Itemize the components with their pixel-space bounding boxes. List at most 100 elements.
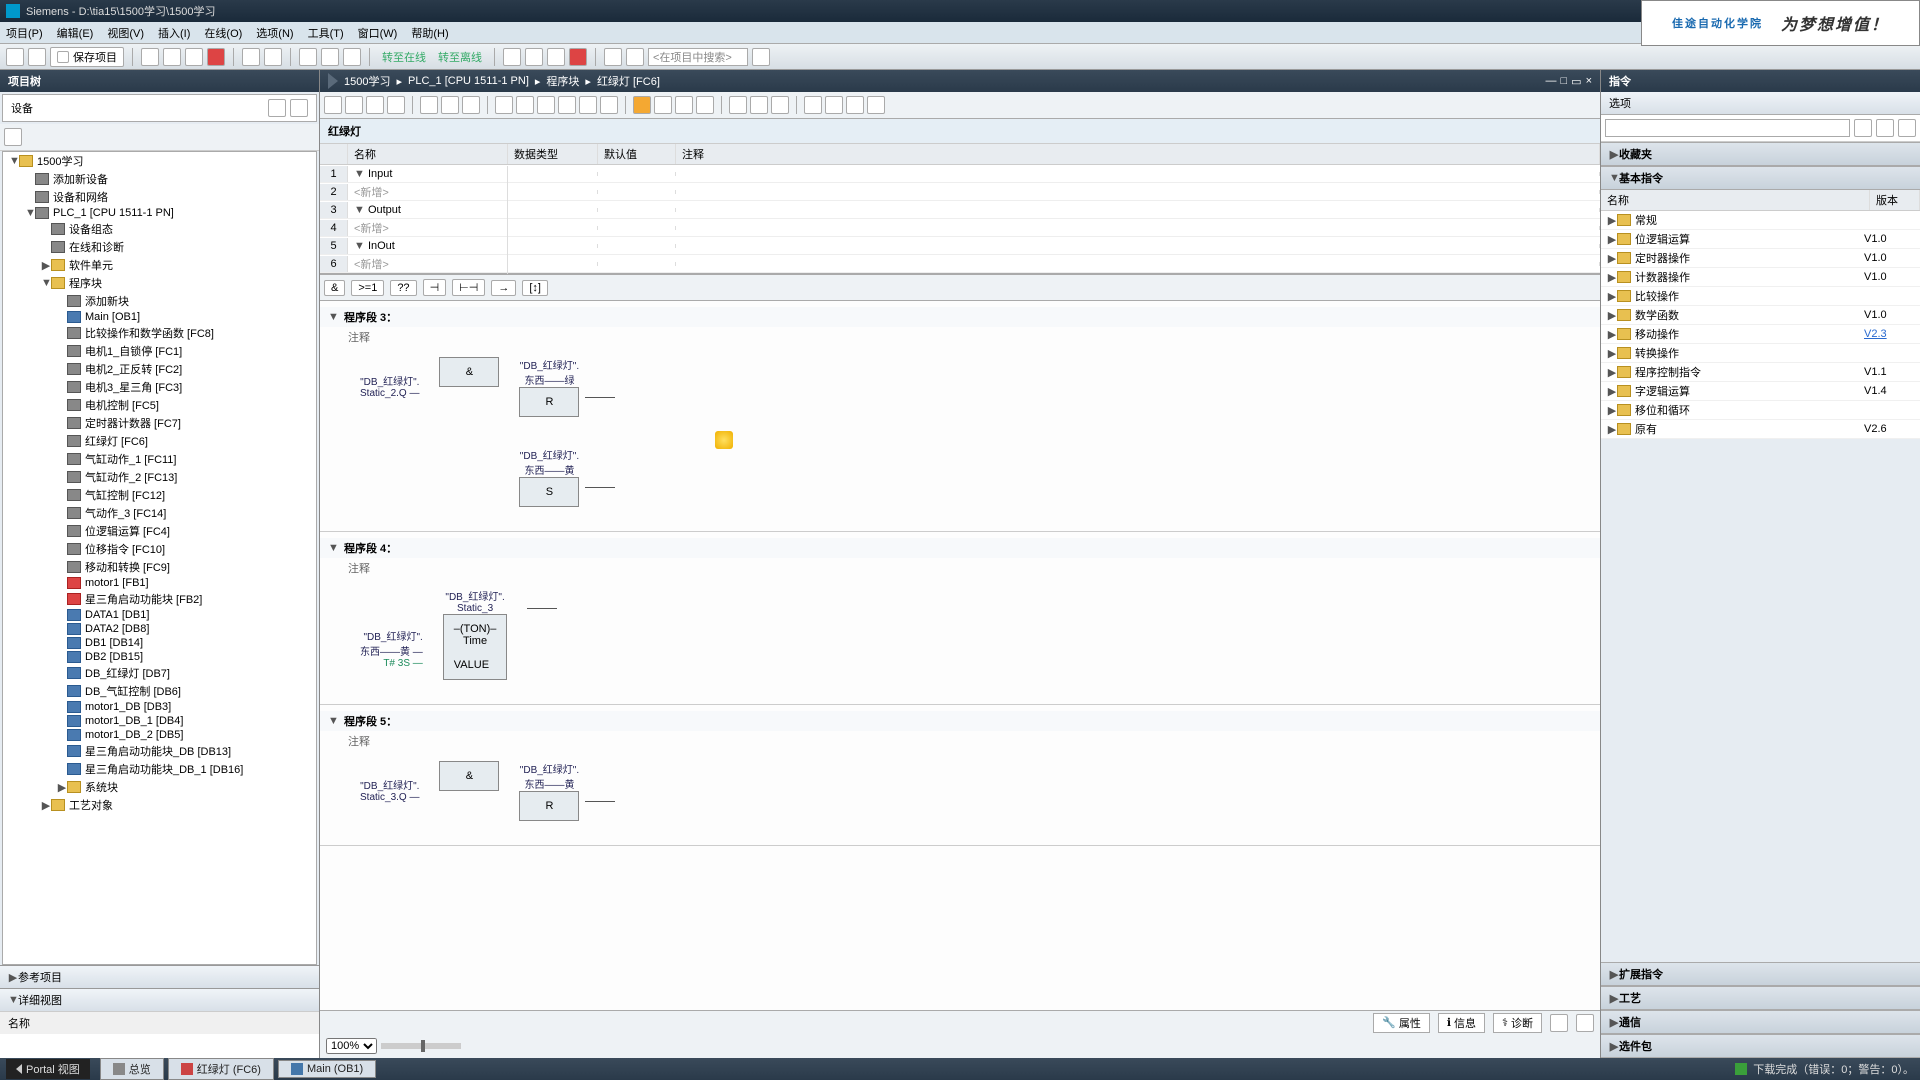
tab-fc6[interactable]: 红绿灯 (FC6)	[168, 1058, 274, 1080]
op-d[interactable]: ⊢⊣	[452, 279, 485, 296]
et-16[interactable]	[696, 96, 714, 114]
var-row[interactable]: 4 <新增>	[320, 219, 1600, 237]
device-view-a[interactable]	[268, 99, 286, 117]
editor-max[interactable]: □	[1561, 75, 1568, 88]
op-c[interactable]: ⊣	[423, 279, 447, 296]
et-15[interactable]	[675, 96, 693, 114]
options-pkg-header[interactable]: ▶选件包	[1601, 1034, 1920, 1058]
technology-header[interactable]: ▶工艺	[1601, 986, 1920, 1010]
tree-row[interactable]: motor1_DB [DB3]	[3, 700, 316, 714]
editor-min[interactable]: —	[1546, 75, 1557, 88]
op-or[interactable]: >=1	[351, 280, 384, 296]
tree-row[interactable]: 位移指令 [FC10]	[3, 540, 316, 558]
tb-d[interactable]	[604, 48, 622, 66]
tree-row[interactable]: DB1 [DB14]	[3, 636, 316, 650]
zoom-select[interactable]: 100%	[326, 1038, 377, 1054]
et-20[interactable]	[804, 96, 822, 114]
op-e[interactable]: →	[491, 280, 516, 296]
basic-instructions-header[interactable]: ▼基本指令	[1601, 166, 1920, 190]
tb-e[interactable]	[626, 48, 644, 66]
et-0[interactable]	[324, 96, 342, 114]
et-21[interactable]	[825, 96, 843, 114]
tree-row[interactable]: 气缸动作_2 [FC13]	[3, 468, 316, 486]
tree-row[interactable]: 设备和网络	[3, 188, 316, 206]
new-button[interactable]	[6, 48, 24, 66]
tree-row[interactable]: 比较操作和数学函数 [FC8]	[3, 324, 316, 342]
tree-row[interactable]: 星三角启动功能块 [FB2]	[3, 590, 316, 608]
tree-row[interactable]: DB_气缸控制 [DB6]	[3, 682, 316, 700]
tree-row[interactable]: ▼1500学习	[3, 152, 316, 170]
et-22[interactable]	[846, 96, 864, 114]
upload-button[interactable]	[343, 48, 361, 66]
tree-row[interactable]: DATA1 [DB1]	[3, 608, 316, 622]
footer-b[interactable]	[1576, 1014, 1594, 1032]
editor-float[interactable]: ▭	[1571, 75, 1581, 88]
properties-button[interactable]: 🔧属性	[1373, 1013, 1430, 1033]
cut-button[interactable]	[141, 48, 159, 66]
extended-instr-header[interactable]: ▶扩展指令	[1601, 962, 1920, 986]
menu-insert[interactable]: 插入(I)	[158, 25, 190, 41]
var-row[interactable]: 3▼ Output	[320, 201, 1600, 219]
et-18[interactable]	[750, 96, 768, 114]
menu-edit[interactable]: 编辑(E)	[57, 25, 94, 41]
tree-row[interactable]: 星三角启动功能块_DB [DB13]	[3, 742, 316, 760]
menu-tools[interactable]: 工具(T)	[308, 25, 344, 41]
tree-row[interactable]: ▼程序块	[3, 274, 316, 292]
et-23[interactable]	[867, 96, 885, 114]
et-5[interactable]	[441, 96, 459, 114]
tree-row[interactable]: ▶工艺对象	[3, 796, 316, 814]
tree-row[interactable]: motor1 [FB1]	[3, 576, 316, 590]
tree-row[interactable]: 位逻辑运算 [FC4]	[3, 522, 316, 540]
tree-row[interactable]: 气动作_3 [FC14]	[3, 504, 316, 522]
tree-row[interactable]: motor1_DB_1 [DB4]	[3, 714, 316, 728]
menu-window[interactable]: 窗口(W)	[358, 25, 398, 41]
op-box[interactable]: ??	[390, 280, 416, 296]
s-coil[interactable]: S	[519, 477, 579, 507]
instruction-row[interactable]: ▶比较操作	[1601, 287, 1920, 306]
tree-row[interactable]: motor1_DB_2 [DB5]	[3, 728, 316, 742]
et-17[interactable]	[729, 96, 747, 114]
tree-row[interactable]: ▶软件单元	[3, 256, 316, 274]
footer-a[interactable]	[1550, 1014, 1568, 1032]
instruction-row[interactable]: ▶程序控制指令V1.1	[1601, 363, 1920, 382]
instruction-row[interactable]: ▶定时器操作V1.0	[1601, 249, 1920, 268]
et-6[interactable]	[462, 96, 480, 114]
tree-row[interactable]: 设备组态	[3, 220, 316, 238]
tb-c[interactable]	[547, 48, 565, 66]
r-coil[interactable]: R	[519, 387, 579, 417]
interface-table[interactable]: 名称 数据类型 默认值 注释 1▼ Input2 <新增>3▼ Output4 …	[320, 144, 1600, 274]
save-project-button[interactable]: 保存项目	[50, 47, 124, 67]
tab-ob1[interactable]: Main (OB1)	[278, 1060, 376, 1078]
menu-view[interactable]: 视图(V)	[107, 25, 144, 41]
tree-row[interactable]: 电机1_自锁停 [FC1]	[3, 342, 316, 360]
tree-row[interactable]: 移动和转换 [FC9]	[3, 558, 316, 576]
instruction-row[interactable]: ▶数学函数V1.0	[1601, 306, 1920, 325]
reference-project-bar[interactable]: ▶参考项目	[0, 965, 319, 988]
paste-button[interactable]	[185, 48, 203, 66]
instruction-search[interactable]	[1605, 119, 1850, 137]
device-view-b[interactable]	[290, 99, 308, 117]
et-10[interactable]	[558, 96, 576, 114]
tree-row[interactable]: 电机2_正反转 [FC2]	[3, 360, 316, 378]
diagnostics-button[interactable]: ⚕诊断	[1493, 1013, 1542, 1033]
menu-project[interactable]: 项目(P)	[6, 25, 43, 41]
menu-help[interactable]: 帮助(H)	[411, 25, 448, 41]
tree-row[interactable]: 红绿灯 [FC6]	[3, 432, 316, 450]
compile-button[interactable]	[299, 48, 317, 66]
tree-tb-a[interactable]	[4, 128, 22, 146]
et-7[interactable]	[495, 96, 513, 114]
op-and[interactable]: &	[324, 280, 345, 296]
instruction-row[interactable]: ▶移动操作V2.3	[1601, 325, 1920, 344]
tree-row[interactable]: 星三角启动功能块_DB_1 [DB16]	[3, 760, 316, 778]
tb-stop[interactable]	[569, 48, 587, 66]
tab-overview[interactable]: 总览	[100, 1058, 164, 1080]
instruction-row[interactable]: ▶原有V2.6	[1601, 420, 1920, 439]
tree-row[interactable]: ▶系统块	[3, 778, 316, 796]
redo-button[interactable]	[264, 48, 282, 66]
et-8[interactable]	[516, 96, 534, 114]
network-4[interactable]: ▼程序段 4： 注释 "DB_红绿灯". 东西——黄 — T# 3S — "DB…	[320, 532, 1600, 705]
network-5[interactable]: ▼程序段 5： 注释 "DB_红绿灯". Static_3.Q — & "DB_…	[320, 705, 1600, 846]
tree-row[interactable]: 添加新块	[3, 292, 316, 310]
tree-row[interactable]: 在线和诊断	[3, 238, 316, 256]
opt-c[interactable]	[1898, 119, 1916, 137]
